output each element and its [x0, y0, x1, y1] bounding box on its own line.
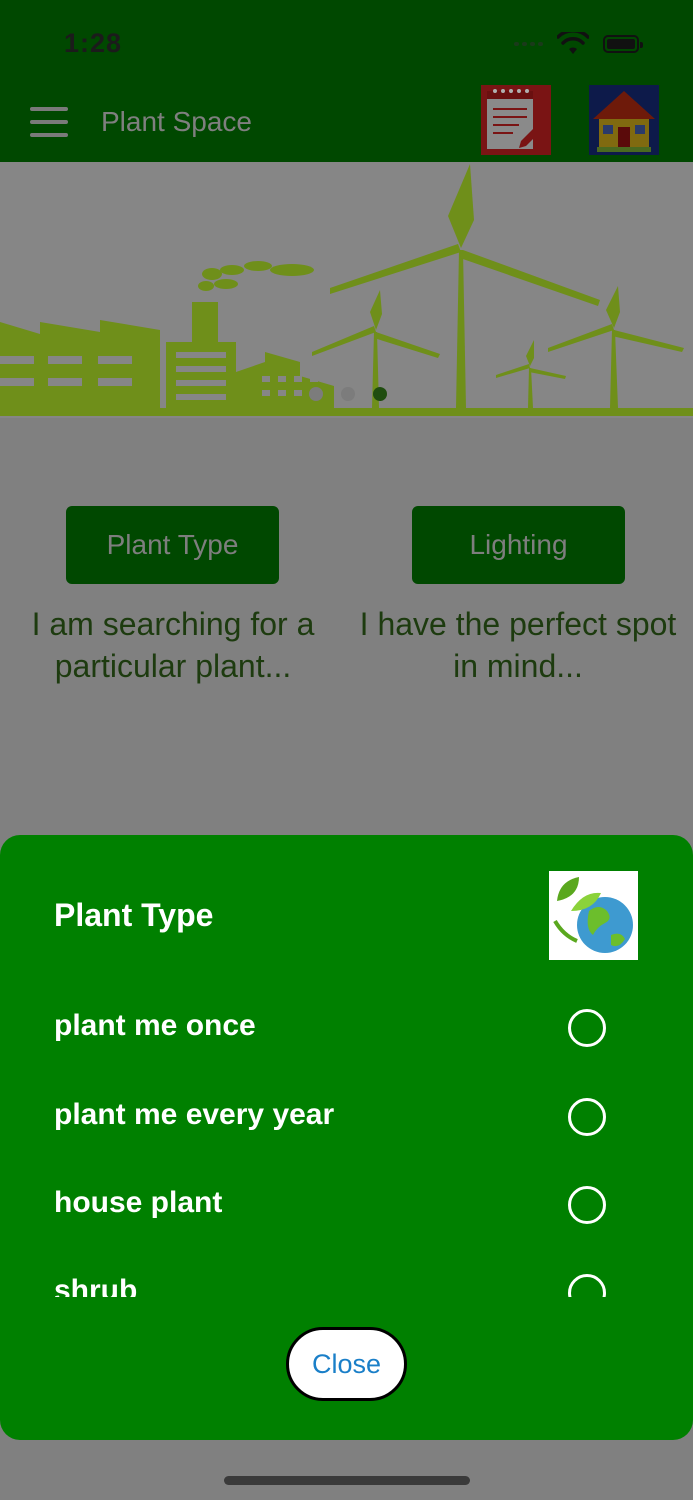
battery-icon	[603, 35, 643, 53]
carousel-dot[interactable]	[309, 387, 323, 401]
page-title: Plant Space	[101, 106, 252, 137]
option-label: plant me once	[54, 1009, 256, 1042]
home-indicator[interactable]	[224, 1476, 470, 1485]
sheet-title: Plant Type	[54, 897, 214, 933]
plant-type-caption: I am searching for a particular plant...	[31, 606, 315, 684]
carousel-dot-active[interactable]	[373, 387, 387, 401]
carousel-dot[interactable]	[341, 387, 355, 401]
radio-button[interactable]	[568, 1186, 606, 1224]
notes-button[interactable]	[481, 85, 551, 155]
close-button[interactable]: Close	[286, 1327, 407, 1401]
lighting-button[interactable]: Lighting	[412, 506, 625, 584]
wifi-icon	[557, 32, 589, 54]
option-label: plant me every year	[54, 1098, 335, 1131]
leaf-globe-icon	[549, 871, 638, 960]
status-bar: 1:28	[0, 0, 693, 85]
option-plant-me-every-year[interactable]: plant me every year	[0, 1074, 693, 1162]
option-label: shrub	[54, 1274, 138, 1297]
carousel-page-indicator[interactable]	[309, 387, 387, 401]
top-navbar: Plant Space	[0, 85, 693, 162]
lighting-caption: I have the perfect spot in mind...	[359, 606, 677, 684]
plant-type-button[interactable]: Plant Type	[66, 506, 279, 584]
hamburger-menu-icon[interactable]	[30, 107, 68, 137]
radio-button[interactable]	[568, 1009, 606, 1047]
factory-windmills-illustration	[0, 164, 693, 416]
house-icon	[589, 85, 659, 155]
radio-button[interactable]	[568, 1274, 606, 1297]
plant-type-options-list[interactable]: plant me once plant me every year house …	[0, 985, 693, 1297]
option-house-plant[interactable]: house plant	[0, 1162, 693, 1250]
plant-type-sheet: Plant Type plant me once plant me every …	[0, 835, 693, 1440]
cellular-signal-icon	[514, 42, 543, 46]
banner-image	[0, 162, 693, 418]
status-time: 1:28	[64, 28, 123, 58]
option-label: house plant	[54, 1186, 223, 1219]
home-button[interactable]	[589, 85, 659, 155]
option-plant-me-once[interactable]: plant me once	[0, 985, 693, 1073]
radio-button[interactable]	[568, 1098, 606, 1136]
status-icons	[514, 32, 643, 56]
option-shrub[interactable]: shrub	[0, 1250, 693, 1297]
notes-pencil-icon	[487, 89, 548, 149]
